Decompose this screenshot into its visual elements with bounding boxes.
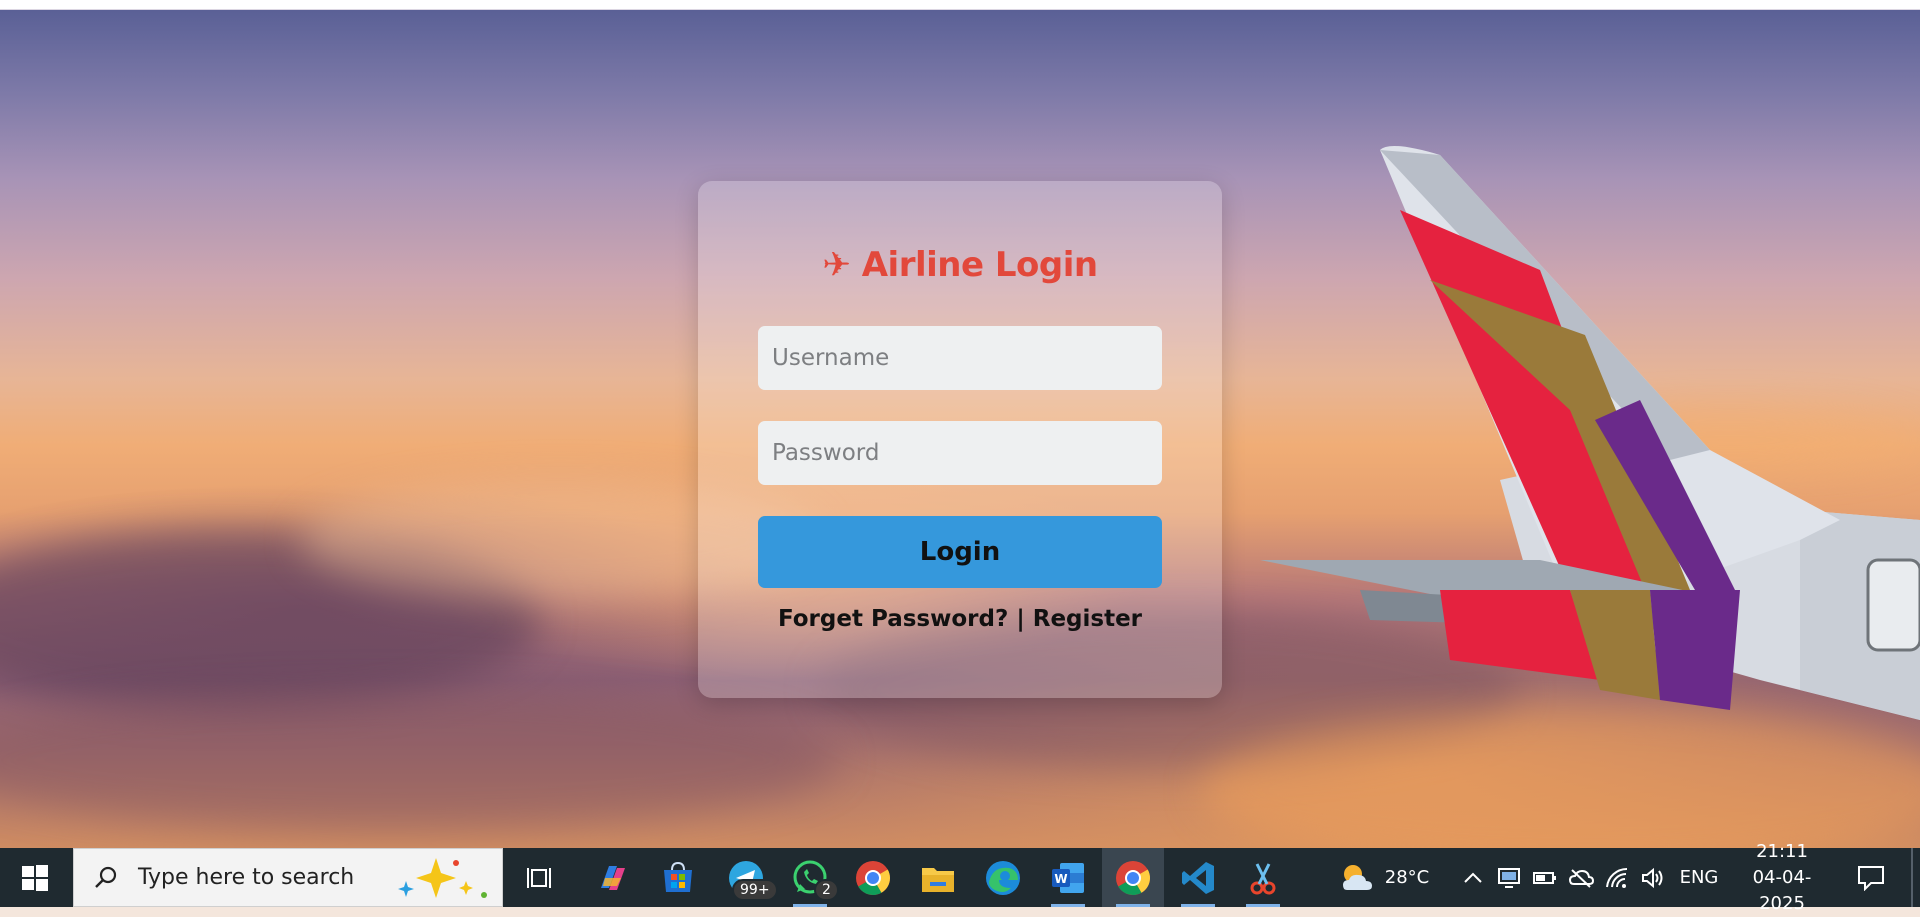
browser-top-strip xyxy=(0,0,1920,10)
file-explorer-icon xyxy=(922,867,954,892)
sparkle-decoration-icon xyxy=(398,857,487,898)
airplane-icon: ✈ xyxy=(822,245,851,285)
word-icon: W xyxy=(1052,862,1084,893)
snipping-tool-button[interactable] xyxy=(1238,848,1288,907)
onedrive-button[interactable] xyxy=(1566,848,1596,907)
login-title-text: Airline Login xyxy=(861,245,1098,285)
taskbar: Type here to search 99+ 2 W 28°C ENG 21:… xyxy=(0,841,1920,914)
clock-time: 21:11 xyxy=(1756,840,1808,862)
links-separator: | xyxy=(1016,606,1025,632)
network-button[interactable] xyxy=(1602,848,1632,907)
show-desktop-divider[interactable] xyxy=(1911,848,1913,907)
partly-cloudy-icon xyxy=(1342,864,1372,890)
chrome-icon-active xyxy=(1116,860,1150,895)
copilot-icon xyxy=(601,865,625,890)
login-card: ✈ Airline Login Login Forget Password? |… xyxy=(698,181,1222,698)
whatsapp-badge: 2 xyxy=(814,879,839,901)
register-link[interactable]: Register xyxy=(1033,606,1142,632)
clock[interactable]: 21:11 04-04-2025 xyxy=(1730,841,1834,914)
language-text: ENG xyxy=(1679,867,1719,888)
telegram-button[interactable]: 99+ xyxy=(718,848,778,907)
battery-button[interactable] xyxy=(1530,848,1560,907)
weather-temp: 28°C xyxy=(1384,867,1430,888)
clock-date: 04-04-2025 xyxy=(1752,866,1812,914)
login-title: ✈ Airline Login xyxy=(698,245,1222,285)
whatsapp-button[interactable]: 2 xyxy=(782,848,839,907)
chrome-button[interactable] xyxy=(848,848,898,907)
cloud-offline-icon xyxy=(1568,868,1594,888)
copilot-button[interactable] xyxy=(588,848,638,907)
speaker-icon xyxy=(1642,867,1663,888)
start-button[interactable] xyxy=(0,848,70,907)
notification-icon xyxy=(1858,865,1884,891)
microsoft-store-icon xyxy=(664,861,692,892)
task-view-button[interactable] xyxy=(516,848,566,907)
chevron-up-icon xyxy=(1464,872,1482,883)
file-explorer-button[interactable] xyxy=(913,848,963,907)
login-button[interactable]: Login xyxy=(758,516,1162,588)
taskbar-search-box[interactable]: Type here to search xyxy=(73,848,503,907)
wifi-icon xyxy=(1606,867,1628,888)
chrome-active-button[interactable] xyxy=(1102,848,1164,907)
username-input[interactable] xyxy=(758,326,1162,390)
word-button[interactable]: W xyxy=(1043,848,1093,907)
search-placeholder: Type here to search xyxy=(138,865,355,890)
chrome-icon xyxy=(856,860,890,895)
svg-text:W: W xyxy=(1054,872,1067,886)
password-input[interactable] xyxy=(758,421,1162,485)
microsoft-store-button[interactable] xyxy=(653,848,703,907)
notification-button[interactable] xyxy=(1846,848,1896,907)
volume-button[interactable] xyxy=(1638,848,1668,907)
background-scene: ✈ Airline Login Login Forget Password? |… xyxy=(0,10,1920,848)
forget-password-link[interactable]: Forget Password? xyxy=(778,606,1008,632)
vscode-button[interactable] xyxy=(1173,848,1223,907)
weather-widget[interactable]: 28°C xyxy=(1328,848,1438,907)
tray-device-button[interactable] xyxy=(1494,848,1524,907)
battery-icon xyxy=(1533,871,1556,884)
search-icon xyxy=(95,866,117,888)
edge-icon xyxy=(986,860,1020,895)
account-links: Forget Password? | Register xyxy=(698,606,1222,632)
show-hidden-icons-button[interactable] xyxy=(1458,848,1488,907)
language-indicator[interactable]: ENG xyxy=(1674,848,1724,907)
task-view-icon xyxy=(527,867,551,888)
edge-button[interactable] xyxy=(978,848,1028,907)
windows-logo-icon xyxy=(22,864,48,891)
telegram-badge: 99+ xyxy=(732,879,778,901)
vscode-icon xyxy=(1182,861,1214,894)
monitor-icon xyxy=(1498,867,1520,888)
airplane-tail-image xyxy=(1260,146,1920,720)
snipping-tool-icon xyxy=(1250,862,1276,894)
